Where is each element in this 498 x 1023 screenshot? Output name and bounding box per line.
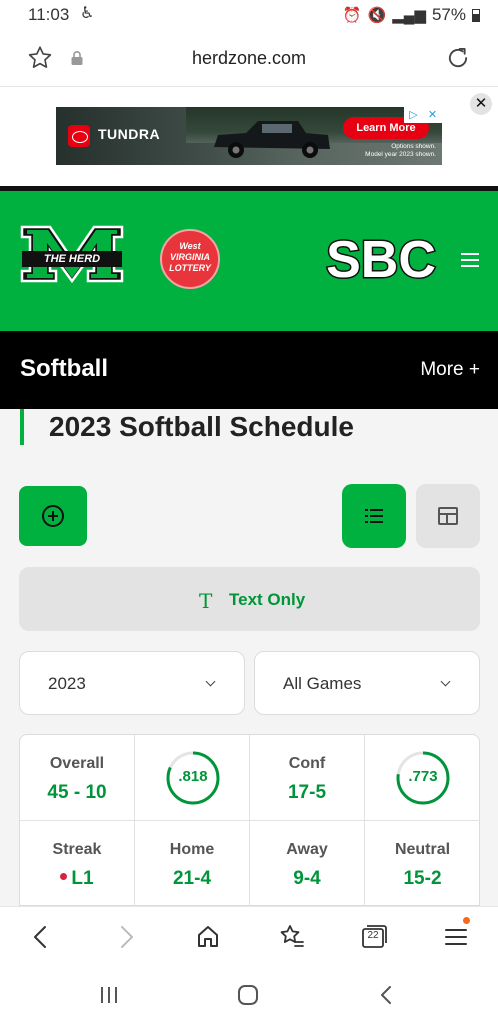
ad-fine-print-line: Options shown. [391,143,436,150]
conf-record-cell: Conf 17-5 [250,735,365,821]
overall-record-cell: Overall 45 - 10 [20,735,135,821]
notification-dot [463,917,470,924]
overall-pct-cell: .818 [135,735,250,821]
signal-icon: ▂▄▆ [392,7,426,24]
forward-arrow-icon[interactable] [110,921,142,953]
home-label: Home [169,841,215,858]
alarm-icon: ⏰ [342,7,362,24]
system-home-icon[interactable] [234,983,262,1007]
streak-label: Streak [52,841,102,858]
conf-value: 17-5 [287,782,327,803]
neutral-label: Neutral [394,841,451,858]
conference-logo-text: SBC [326,231,436,287]
tab-count: 22 [367,930,379,941]
ad-fine-print-line: Model year 2023 shown. [365,151,436,158]
ad-fine-print: Options shown. Model year 2023 shown. [346,143,436,159]
season-select[interactable]: 2023 [19,651,245,715]
grid-view-button[interactable] [416,484,480,548]
sun-belt-logo[interactable]: SBC [322,229,440,288]
chevron-down-icon [440,676,451,687]
streak-cell: Streak L1 [20,821,135,906]
ad-banner[interactable]: TUNDRA Learn More Options shown. Model y… [56,107,442,165]
list-view-button[interactable] [342,484,406,548]
text-icon: T [199,589,213,613]
streak-value: L1 [71,868,94,889]
conf-pct-text: .773 [408,768,438,785]
lottery-logo-line: West [179,241,201,251]
plus-circle-icon [42,505,64,527]
conf-pct-cell: .773 [365,735,480,821]
ad-close-icon[interactable]: ✕ [423,107,442,123]
system-nav-bar [0,968,498,1023]
overall-pct-text: .818 [178,768,208,785]
ad-close-button[interactable]: ✕ [470,93,492,115]
streak-value-wrap: L1 [20,868,134,890]
browser-bottom-nav: 22 [0,906,498,968]
schedule-page: 2023 Softball Schedule T Text Only 2023 … [0,409,498,906]
season-select-value: 2023 [48,674,86,693]
calendar-grid-icon [438,507,458,525]
site-header: THE HERD West VIRGINIA LOTTERY SBC [0,191,498,331]
home-icon[interactable] [192,921,224,953]
page-title: 2023 Softball Schedule [49,411,354,442]
battery-percent: 57% [431,5,466,24]
hamburger-menu-icon[interactable] [461,253,479,267]
lottery-logo-line: LOTTERY [169,263,211,273]
home-record-cell: Home 21-4 [135,821,250,906]
battery-icon [472,8,480,22]
tabs-button[interactable]: 22 [358,921,390,953]
conf-label: Conf [288,755,326,772]
toyota-logo-icon [68,125,90,147]
recent-apps-icon[interactable] [95,983,123,1007]
list-icon [365,521,383,523]
sport-nav-bar: Softball More + [0,331,498,409]
reload-icon[interactable] [444,44,472,72]
browser-url-bar: herdzone.com [0,32,498,87]
text-only-button[interactable]: T Text Only [19,567,480,631]
neutral-record-cell: Neutral 15-2 [365,821,480,906]
list-icon [365,509,383,511]
text-only-label: Text Only [229,590,306,609]
truck-image [214,121,330,158]
record-summary-card: Overall 45 - 10 .818 Conf 17-5 .773 Stre… [19,734,480,906]
conf-pct-ring: .773 [395,750,451,806]
lottery-logo-line: VIRGINIA [169,252,210,262]
games-filter-value: All Games [283,674,362,693]
overall-value: 45 - 10 [47,782,107,803]
accessibility-icon: ♿ [80,5,95,22]
away-value: 9-4 [293,868,321,889]
list-icon [365,515,383,517]
add-to-calendar-button[interactable] [19,486,87,546]
status-time: 11:03 [28,5,70,24]
chevron-down-icon [205,676,216,687]
mute-icon: 🔇 [367,7,387,24]
home-value: 21-4 [172,868,212,889]
url-text[interactable]: herdzone.com [0,48,498,69]
overall-pct-ring: .818 [165,750,221,806]
sport-title[interactable]: Softball [20,355,108,383]
system-back-icon[interactable] [373,983,401,1007]
loss-dot-icon [60,873,68,881]
menu-lines-icon [445,929,467,945]
wv-lottery-logo[interactable]: West VIRGINIA LOTTERY [160,229,220,289]
bookmarks-icon[interactable] [276,921,308,953]
ad-brand: TUNDRA [98,126,161,142]
neutral-value: 15-2 [403,868,442,889]
team-logo-text: THE HERD [22,251,122,267]
away-label: Away [286,841,328,858]
browser-menu-button[interactable] [440,917,472,953]
status-icons: ⏰ 🔇 ▂▄▆ 57% [343,5,480,25]
games-filter-select[interactable]: All Games [254,651,480,715]
adchoices-icon[interactable]: ▷ [404,107,423,123]
title-accent-bar [20,409,24,445]
ad-area: ✕ TUNDRA Learn More Options shown. Model… [0,88,498,186]
away-record-cell: Away 9-4 [250,821,365,906]
status-bar: 11:03 ♿ ⏰ 🔇 ▂▄▆ 57% [0,0,498,32]
ad-choices[interactable]: ▷ ✕ [404,107,442,123]
back-arrow-icon[interactable] [25,921,57,953]
overall-label: Overall [49,755,105,772]
more-menu-button[interactable]: More + [420,359,480,381]
